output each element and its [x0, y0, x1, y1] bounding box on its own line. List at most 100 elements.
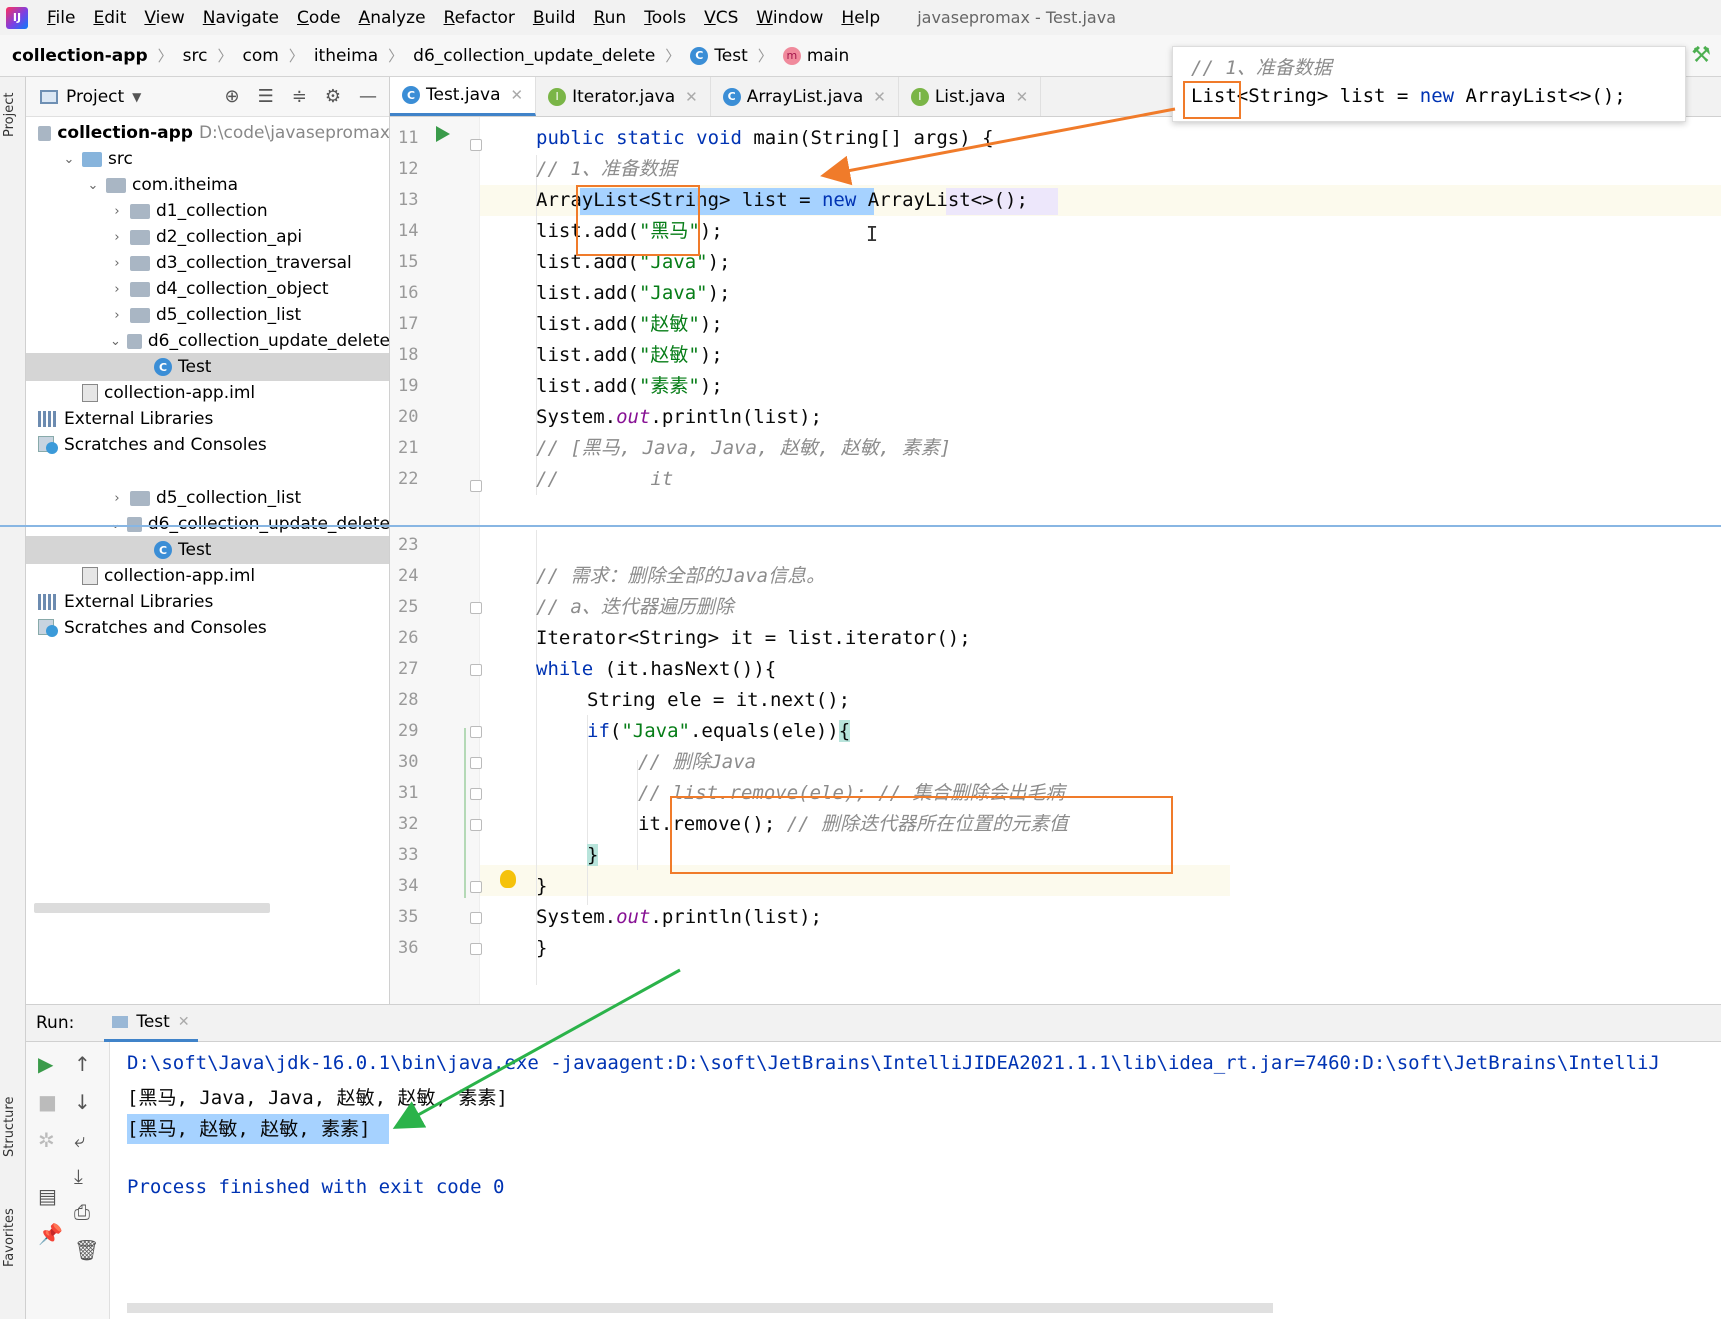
tree-item[interactable]: C Test — [26, 353, 389, 381]
code-line[interactable]: // it — [536, 464, 673, 495]
menu-code[interactable]: Code — [288, 8, 350, 28]
chevron-down-icon[interactable]: ⌄ — [62, 152, 76, 167]
close-icon[interactable]: ✕ — [873, 88, 886, 106]
tree-item[interactable]: collection-app.iml — [26, 562, 389, 590]
menu-refactor[interactable]: Refactor — [435, 8, 524, 28]
lightbulb-icon[interactable] — [500, 870, 516, 888]
menu-tools[interactable]: Tools — [635, 8, 695, 28]
pin-icon[interactable]: 📌 — [38, 1222, 63, 1246]
fold-marker-icon[interactable] — [470, 943, 482, 955]
chevron-right-icon[interactable]: › — [110, 256, 124, 271]
menu-window[interactable]: Window — [747, 8, 832, 28]
arrow-down-icon[interactable]: ↓ — [74, 1090, 91, 1114]
locate-icon[interactable]: ⊕ — [225, 86, 240, 107]
breadcrumb-project[interactable]: collection-app — [12, 46, 148, 66]
gear-icon[interactable]: ⚙ — [325, 86, 341, 107]
code-line[interactable]: } — [587, 840, 599, 871]
tree-item[interactable]: External Libraries — [26, 588, 389, 616]
code-line[interactable]: // 需求：删除全部的Java信息。 — [536, 561, 825, 592]
hide-icon[interactable]: — — [359, 86, 377, 107]
build-hammer-icon[interactable]: ⚒ — [1691, 43, 1711, 68]
run-gutter-icon[interactable] — [436, 126, 450, 142]
chevron-right-icon[interactable]: › — [110, 491, 124, 506]
collapse-all-icon[interactable]: ≑ — [292, 86, 307, 107]
menu-navigate[interactable]: Navigate — [194, 8, 288, 28]
tab-list-java[interactable]: I List.java ✕ — [899, 77, 1042, 116]
tree-item[interactable]: Scratches and Consoles — [26, 431, 389, 459]
restore-layout-icon[interactable]: ✲ — [38, 1128, 55, 1152]
tree-item[interactable]: › d4_collection_object — [26, 275, 389, 303]
breadcrumb-method[interactable]: m main — [782, 46, 849, 66]
code-line[interactable]: String ele = it.next(); — [587, 685, 850, 716]
tree-item[interactable]: ⌄ d6_collection_update_delete — [26, 327, 389, 355]
fold-marker-icon[interactable] — [470, 726, 482, 738]
fold-marker-icon[interactable] — [470, 757, 482, 769]
tree-item[interactable]: › d3_collection_traversal — [26, 249, 389, 277]
tree-item[interactable]: ⌄ d6_collection_update_delete — [26, 510, 389, 538]
expand-all-icon[interactable]: ☰ — [258, 86, 274, 107]
print-icon[interactable]: ⎙ — [74, 1200, 90, 1224]
chevron-down-icon[interactable]: ⌄ — [110, 517, 121, 532]
tree-item[interactable]: › d5_collection_list — [26, 484, 389, 512]
code-line[interactable]: // [黑马, Java, Java, 赵敏, 赵敏, 素素] — [536, 433, 951, 464]
fold-marker-icon[interactable] — [470, 819, 482, 831]
rerun-icon[interactable]: ▶ — [38, 1052, 53, 1076]
run-tab-test[interactable]: Test ✕ — [104, 1004, 198, 1042]
menu-run[interactable]: Run — [585, 8, 636, 28]
code-line[interactable]: list.add("Java"); — [536, 278, 730, 309]
breadcrumb-item[interactable]: src — [183, 46, 208, 66]
breadcrumb-item[interactable]: com — [242, 46, 278, 66]
tree-item[interactable]: ⌄ src — [26, 145, 389, 173]
project-tool-button[interactable]: Project — [2, 93, 17, 137]
tree-item[interactable]: External Libraries — [26, 405, 389, 433]
menu-file[interactable]: File — [38, 8, 84, 28]
tree-item[interactable]: › d1_collection — [26, 197, 389, 225]
menu-help[interactable]: Help — [832, 8, 889, 28]
tab-iterator-java[interactable]: I Iterator.java ✕ — [536, 77, 711, 116]
tree-item[interactable]: Scratches and Consoles — [26, 614, 389, 642]
project-horizontal-scrollbar[interactable] — [34, 903, 270, 913]
close-icon[interactable]: ✕ — [511, 86, 524, 104]
tree-item[interactable]: › d2_collection_api — [26, 223, 389, 251]
chevron-down-icon[interactable]: ⌄ — [86, 178, 100, 193]
chevron-right-icon[interactable]: › — [110, 230, 124, 245]
menu-edit[interactable]: Edit — [84, 8, 135, 28]
trash-icon[interactable]: 🗑 — [74, 1238, 99, 1262]
code-line[interactable]: System.out.println(list); — [536, 902, 822, 933]
code-line[interactable]: public static void main(String[] args) { — [536, 123, 994, 154]
menu-vcs[interactable]: VCS — [695, 8, 747, 28]
code-line[interactable]: } — [536, 871, 547, 902]
tree-item[interactable]: C Test — [26, 536, 389, 564]
breadcrumb-item[interactable]: itheima — [314, 46, 378, 66]
menu-analyze[interactable]: Analyze — [350, 8, 435, 28]
menu-view[interactable]: View — [135, 8, 193, 28]
code-line[interactable]: list.add("赵敏"); — [536, 340, 723, 371]
tree-item[interactable]: collection-app.iml — [26, 379, 389, 407]
chevron-right-icon[interactable]: › — [110, 204, 124, 219]
project-view-selector[interactable]: Project — [66, 87, 124, 107]
code-line[interactable]: list.add("赵敏"); — [536, 309, 723, 340]
chevron-right-icon[interactable]: › — [110, 308, 124, 323]
stop-icon[interactable]: ■ — [38, 1090, 57, 1114]
fold-marker-icon[interactable] — [470, 664, 482, 676]
menu-build[interactable]: Build — [524, 8, 585, 28]
chevron-down-icon[interactable]: ⌄ — [110, 334, 121, 349]
fold-marker-icon[interactable] — [470, 881, 482, 893]
code-line[interactable]: list.add("素素"); — [536, 371, 723, 402]
tab-test-java[interactable]: C Test.java ✕ — [390, 77, 537, 116]
fold-marker-icon[interactable] — [470, 788, 482, 800]
breadcrumb-item[interactable]: d6_collection_update_delete — [413, 46, 655, 66]
favorites-tool-button[interactable]: Favorites — [2, 1208, 17, 1267]
fold-marker-icon[interactable] — [470, 480, 482, 492]
tree-item[interactable]: › d5_collection_list — [26, 301, 389, 329]
tree-item[interactable]: ⌄ com.itheima — [26, 171, 389, 199]
fold-marker-icon[interactable] — [470, 602, 482, 614]
code-line[interactable]: // 删除Java — [638, 747, 756, 778]
code-line[interactable]: Iterator<String> it = list.iterator(); — [536, 623, 971, 654]
breadcrumb-class[interactable]: C Test — [690, 46, 748, 66]
close-icon[interactable]: ✕ — [1016, 88, 1029, 106]
close-icon[interactable]: ✕ — [178, 1014, 190, 1030]
code-line[interactable]: while (it.hasNext()){ — [536, 654, 776, 685]
chevron-down-icon[interactable]: ▼ — [132, 90, 141, 104]
fold-marker-icon[interactable] — [470, 912, 482, 924]
